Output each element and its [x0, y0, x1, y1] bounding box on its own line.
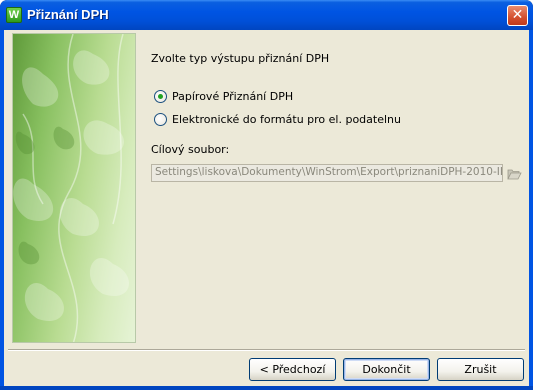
target-file-label: Cílový soubor:	[151, 143, 230, 156]
browse-button[interactable]	[506, 164, 523, 182]
finish-button[interactable]: Dokončit	[343, 358, 430, 381]
target-file-input[interactable]: Settings\liskova\Dokumenty\WinStrom\Expo…	[151, 164, 503, 182]
decorative-leaves-image	[12, 33, 136, 343]
option-paper[interactable]: Papírové Přiznání DPH	[154, 90, 293, 103]
window-frame-right	[529, 30, 533, 390]
folder-open-icon	[507, 169, 522, 179]
title-bar[interactable]: W Přiznání DPH ✕	[0, 0, 533, 30]
button-separator	[8, 349, 525, 351]
option-electronic[interactable]: Elektronické do formátu pro el. podateln…	[154, 113, 401, 126]
cancel-button[interactable]: Zrušit	[437, 358, 524, 381]
back-button[interactable]: < Předchozí	[249, 358, 336, 381]
prompt-text: Zvolte typ výstupu přiznání DPH	[151, 52, 330, 65]
close-button[interactable]: ✕	[507, 5, 528, 26]
radio-electronic[interactable]	[154, 113, 167, 126]
window-title: Přiznání DPH	[27, 7, 109, 22]
option-electronic-label[interactable]: Elektronické do formátu pro el. podateln…	[172, 113, 401, 126]
radio-paper[interactable]	[154, 90, 167, 103]
option-paper-label[interactable]: Papírové Přiznání DPH	[172, 90, 293, 103]
app-icon: W	[6, 7, 22, 23]
window-frame-bottom	[0, 386, 533, 390]
dialog-body: Zvolte typ výstupu přiznání DPH Papírové…	[4, 30, 529, 386]
wizard-window: W Přiznání DPH ✕ Zvolte typ výstupu přiz…	[0, 0, 533, 390]
